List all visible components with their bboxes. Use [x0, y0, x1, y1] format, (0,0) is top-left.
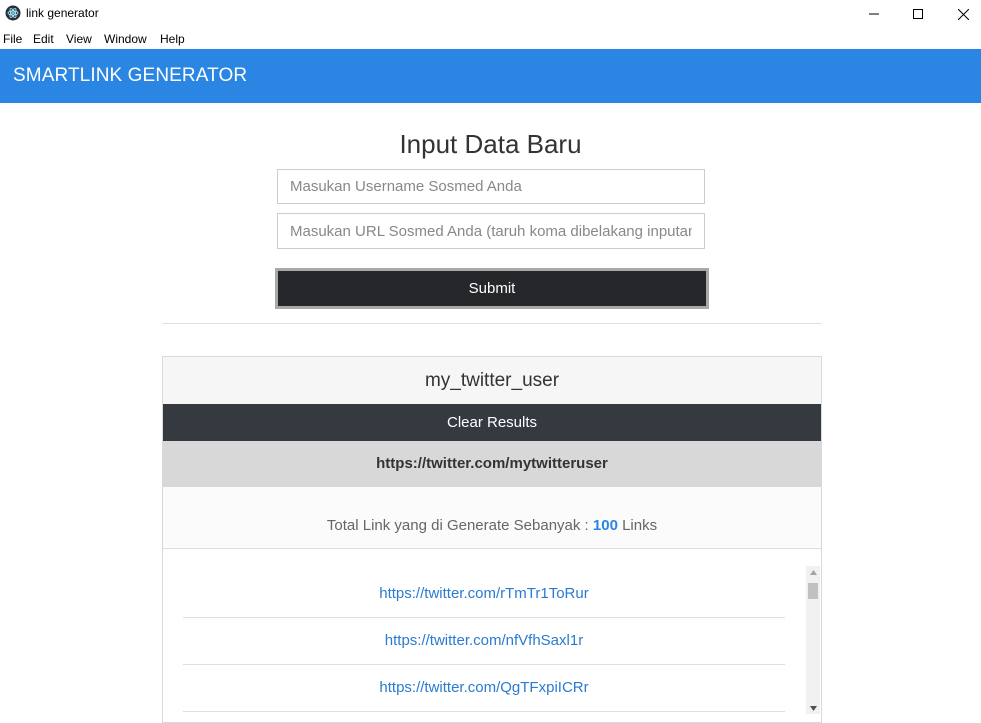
generated-link[interactable]: https://twitter.com/rTmTr1ToRur [379, 585, 588, 602]
total-links-summary: Total Link yang di Generate Sebanyak : 1… [163, 487, 821, 549]
section-divider [162, 323, 822, 324]
generated-link[interactable]: https://twitter.com/nfVfhSaxl1r [385, 632, 583, 649]
source-url: https://twitter.com/mytwitteruser [163, 441, 821, 487]
result-card: my_twitter_user Clear Results https://tw… [162, 356, 822, 723]
generated-link[interactable]: https://twitter.com/QgTFxpiICRr [379, 679, 588, 696]
minimize-icon [869, 13, 879, 15]
total-prefix: Total Link yang di Generate Sebanyak : [326, 517, 589, 534]
submit-button[interactable]: Submit [275, 268, 709, 309]
list-item: https://twitter.com/QgTFxpiICRr [183, 665, 785, 712]
window-title: link generator [26, 6, 99, 20]
menu-window[interactable]: Window [104, 32, 147, 46]
app-icon [5, 5, 21, 21]
app-header: SMARTLINK GENERATOR [0, 49, 981, 103]
maximize-button[interactable] [895, 0, 941, 28]
window-title-bar: link generator [0, 0, 981, 28]
username-input[interactable] [277, 169, 705, 204]
list-scrollbar[interactable] [806, 566, 820, 714]
brand-title[interactable]: SMARTLINK GENERATOR [13, 65, 247, 87]
url-input[interactable] [277, 213, 705, 249]
form-title: Input Data Baru [399, 129, 582, 159]
generated-links-list[interactable]: https://twitter.com/rTmTr1ToRur https://… [183, 571, 785, 722]
total-count: 100 [592, 517, 618, 534]
chevron-up-icon [809, 569, 817, 575]
scroll-thumb[interactable] [808, 583, 818, 599]
close-button[interactable] [940, 0, 981, 28]
menu-view[interactable]: View [66, 32, 92, 46]
minimize-button[interactable] [851, 0, 897, 28]
menu-file[interactable]: File [3, 32, 22, 46]
result-username: my_twitter_user [163, 357, 821, 404]
menu-edit[interactable]: Edit [33, 32, 54, 46]
list-item: https://twitter.com/nfVfhSaxl1r [183, 618, 785, 665]
menu-bar: File Edit View Window Help [0, 28, 981, 49]
chevron-down-icon [809, 705, 817, 711]
list-item: https://twitter.com/rTmTr1ToRur [183, 571, 785, 618]
menu-help[interactable]: Help [160, 32, 185, 46]
total-suffix: Links [622, 517, 658, 534]
maximize-icon [913, 9, 923, 19]
scroll-down-button[interactable] [806, 702, 820, 714]
clear-results-button[interactable]: Clear Results [163, 404, 821, 441]
scroll-up-button[interactable] [806, 566, 820, 578]
close-icon [957, 8, 969, 20]
